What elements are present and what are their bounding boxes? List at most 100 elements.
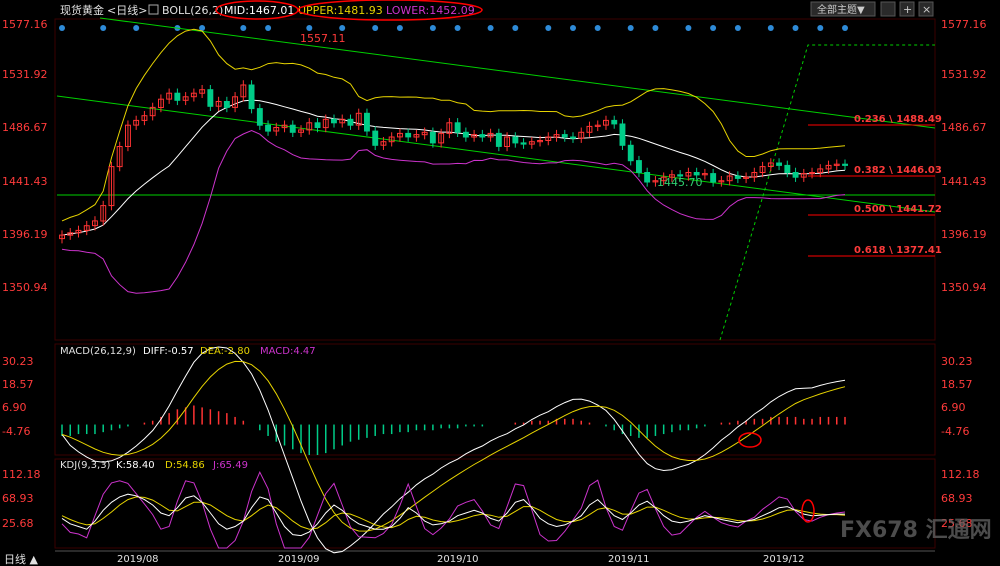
signal-dot [545, 25, 552, 31]
signal-dot [512, 25, 519, 31]
candle-body [693, 172, 700, 176]
signal-dot [685, 25, 692, 31]
kdj-tick-left-0: 112.18 [2, 468, 41, 481]
instrument-name: 现货黄金 [60, 3, 104, 17]
channel-upper-line [99, 17, 936, 129]
signal-dot [710, 25, 717, 31]
candle-body [842, 163, 848, 166]
period-tab[interactable]: 日线 ▲ [4, 552, 38, 566]
candle-body [454, 122, 461, 133]
signal-dot [100, 25, 107, 31]
signal-dot [240, 25, 247, 31]
price-tick-left-1: 1531.92 [2, 68, 48, 81]
price-tick-right-3: 1441.43 [941, 175, 987, 188]
macd-panel [61, 346, 846, 554]
boll-lower-line [61, 129, 846, 294]
kdj-d: D:54.86 [165, 460, 205, 471]
candle-body [619, 123, 626, 146]
candle-body [570, 136, 576, 139]
candle-body [792, 172, 799, 178]
macd-tick-left-2: 6.90 [2, 401, 27, 414]
macd-dea: DEA:-2.80 [200, 346, 250, 357]
period-label: <日线> [107, 3, 147, 17]
signal-dot [454, 25, 461, 31]
kdj-panel [61, 471, 846, 549]
candle-body [734, 175, 741, 179]
kdj-k-line [61, 493, 845, 537]
signal-dot [652, 25, 659, 31]
signal-dot [734, 25, 741, 31]
fib-label-0500: 0.500 \ 1441.72 [854, 204, 942, 215]
signal-dot [842, 25, 848, 31]
price-tick-right-2: 1486.67 [941, 121, 987, 134]
candle-body [784, 164, 791, 173]
price-panel-border [54, 18, 936, 341]
signal-dot [429, 25, 436, 31]
candle-body [314, 122, 321, 129]
candle-body [512, 136, 519, 144]
macd-tick-right-3: -4.76 [941, 425, 969, 438]
signal-dot [339, 25, 346, 31]
bollinger-bands [61, 28, 846, 294]
macd-value: MACD:4.47 [260, 346, 316, 357]
macd-diff-line [61, 346, 846, 554]
macd-tick-right-0: 30.23 [941, 355, 973, 368]
price-tick-left-2: 1486.67 [2, 121, 48, 134]
candle-body [495, 132, 502, 147]
candle-body [364, 112, 370, 132]
signal-dot [817, 25, 824, 31]
x-label-2019-12: 2019/12 [763, 554, 805, 565]
signal-dot [265, 25, 272, 31]
boll-upper-line [61, 28, 846, 222]
fib-label-0618: 0.618 \ 1377.41 [854, 245, 942, 256]
x-label-2019-08: 2019/08 [117, 554, 159, 565]
signal-dot [767, 25, 774, 31]
price-tick-right-0: 1577.16 [941, 18, 987, 31]
low-price-label: 1445.70 [657, 176, 703, 189]
target-projection-line [719, 44, 935, 341]
candle-body [207, 89, 214, 107]
candlesticks [59, 80, 848, 244]
signal-dot [627, 25, 634, 31]
boll-mid-line [61, 99, 846, 236]
macd-tick-right-1: 18.57 [941, 378, 973, 391]
kdj-k: K:58.40 [116, 460, 155, 471]
price-tick-left-3: 1441.43 [2, 175, 48, 188]
chart-canvas: 现货黄金 <日线> BOLL(26,2) MID:1467.01 UPPER:1… [2, 0, 992, 566]
candle-body [611, 119, 618, 125]
kdj-title: KDJ(9,3,3) [60, 460, 111, 471]
price-tick-left-4: 1396.19 [2, 228, 48, 241]
kdj-tick-right-1: 68.93 [941, 492, 973, 505]
x-glyph-icon: × [922, 3, 931, 16]
high-price-label: 1557.11 [300, 32, 346, 45]
boll-toggle-icon[interactable] [148, 4, 159, 15]
kdj-j: J:65.49 [212, 460, 248, 471]
grid-icon[interactable] [880, 1, 896, 17]
price-tick-left-5: 1350.94 [2, 281, 48, 294]
kdj-tick-left-1: 68.93 [2, 492, 34, 505]
candle-body [710, 173, 717, 183]
signal-dot [59, 25, 65, 31]
candle-body [429, 131, 436, 144]
signal-dot [487, 25, 494, 31]
candle-body [289, 124, 296, 133]
macd-title: MACD(26,12,9) [60, 346, 136, 357]
candle-body [636, 160, 642, 173]
candle-body [248, 84, 255, 110]
candle-body [405, 132, 412, 138]
kdj-tick-left-2: 25.68 [2, 517, 34, 530]
signal-dot [396, 25, 403, 31]
signal-dot [792, 25, 799, 31]
macd-tick-left-3: -4.76 [2, 425, 30, 438]
macd-tick-left-0: 30.23 [2, 355, 34, 368]
candle-body [644, 172, 651, 183]
boll-label: BOLL(26,2) [162, 4, 223, 17]
macd-diff: DIFF:-0.57 [143, 346, 194, 357]
candle-body [479, 134, 486, 138]
price-tick-right-1: 1531.92 [941, 68, 987, 81]
price-tick-right-5: 1350.94 [941, 281, 987, 294]
candle-body [372, 130, 379, 146]
fibonacci-levels [808, 124, 935, 257]
signal-dot [372, 25, 379, 31]
candle-body [174, 92, 181, 101]
